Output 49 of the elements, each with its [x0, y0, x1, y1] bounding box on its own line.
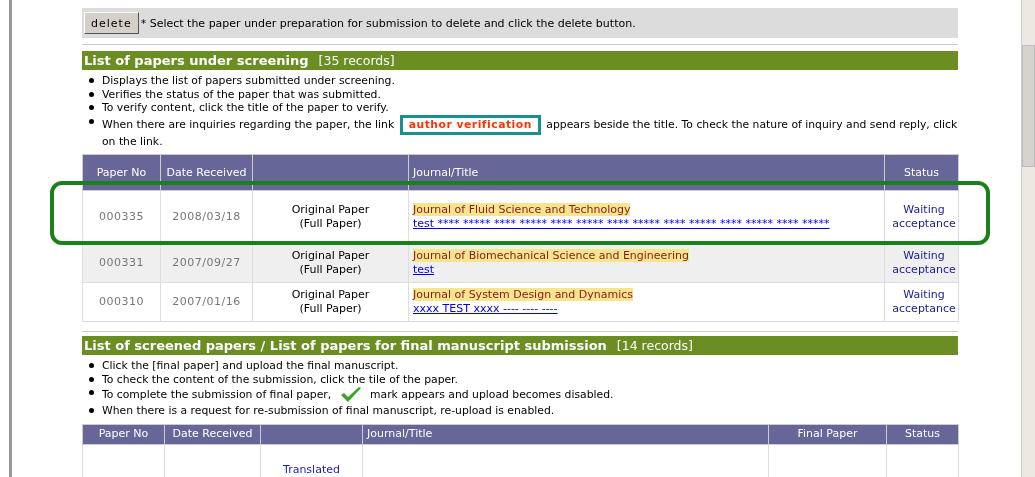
paper-title-link[interactable]: xxxx TEST xxxx ---- ---- ----: [413, 302, 558, 315]
instruction-text: Click the [final paper] and upload the final manuscript.: [102, 359, 400, 373]
instruction-text: To verify content, click the title of the paper to verify.: [102, 101, 390, 115]
paper-type: Original Paper (Full Paper): [290, 249, 371, 277]
paper-title-link[interactable]: test **** ***** **** ***** **** ***** **** ***** **** ***** **** ***** **** *****: [413, 217, 830, 230]
bullet-icon: [89, 408, 94, 413]
scrollbar[interactable]: [1021, 0, 1035, 477]
column-header: Status: [903, 165, 940, 179]
column-header: Final Paper: [797, 427, 858, 440]
record-count: [35 records]: [318, 53, 395, 68]
date-received: 2007/09/27: [172, 256, 241, 269]
bullet-icon: [89, 78, 94, 83]
paper-type: Original Paper (Full Paper): [290, 288, 371, 316]
instruction-text: When there are inquiries regarding the paper, the link author verification appears beside the title. To check the nature of inquiry and send reply, click on the link.: [102, 114, 958, 148]
column-header: Journal/Title: [367, 427, 433, 440]
paper-type: Original Paper (Full Paper): [290, 203, 371, 231]
bullet-icon: [89, 105, 94, 110]
column-header: Journal/Title: [413, 165, 479, 179]
instruction-text: Displays the list of papers submitted under screening.: [102, 74, 396, 88]
delete-button[interactable]: delete: [84, 12, 139, 34]
bullet-icon: [89, 118, 94, 124]
section-title: List of screened papers / List of papers for final manuscript submission: [84, 338, 607, 353]
date-received: 2007/01/16: [172, 295, 241, 308]
instruction-text: To complete the submission of final paper, mark appears and upload becomes disabled.: [102, 386, 958, 404]
instruction-text: Verifies the status of the paper that was submitted.: [102, 87, 382, 101]
bullet-icon: [89, 390, 94, 395]
delete-note: * Select the paper under preparation for submission to delete and click the delete button.: [140, 16, 636, 30]
journal-name: Journal of System Design and Dynamics: [413, 288, 634, 301]
bullet-icon: [89, 376, 94, 382]
bullet-icon: [89, 363, 94, 368]
instruction-text: When there is a request for re-submission of final manuscript, re-upload is enabled.: [102, 404, 556, 418]
column-header: Paper No: [98, 427, 149, 440]
section-title: List of papers under screening: [84, 53, 309, 68]
paper-number: 000310: [99, 295, 144, 308]
paper-title-link[interactable]: test: [413, 263, 435, 276]
instruction-text: To check the content of the submission, click the tile of the paper.: [102, 372, 459, 386]
scrollbar-thumb[interactable]: [1022, 45, 1035, 167]
paper-number: 000331: [99, 256, 144, 269]
column-header: Date Received: [172, 427, 253, 440]
date-received: 2008/03/18: [172, 210, 241, 223]
author-verification-link[interactable]: author verification: [399, 114, 541, 135]
column-header: Status: [904, 427, 941, 440]
record-count: [14 records]: [616, 338, 693, 353]
journal-name: Journal of Fluid Science and Technology: [413, 203, 631, 216]
column-header: Paper No: [96, 165, 147, 179]
paper-number: 000335: [99, 210, 144, 223]
bullet-icon: [89, 91, 94, 97]
column-header: Date Received: [166, 165, 247, 179]
journal-name: Journal of Biomechanical Science and Engineering: [413, 249, 689, 262]
